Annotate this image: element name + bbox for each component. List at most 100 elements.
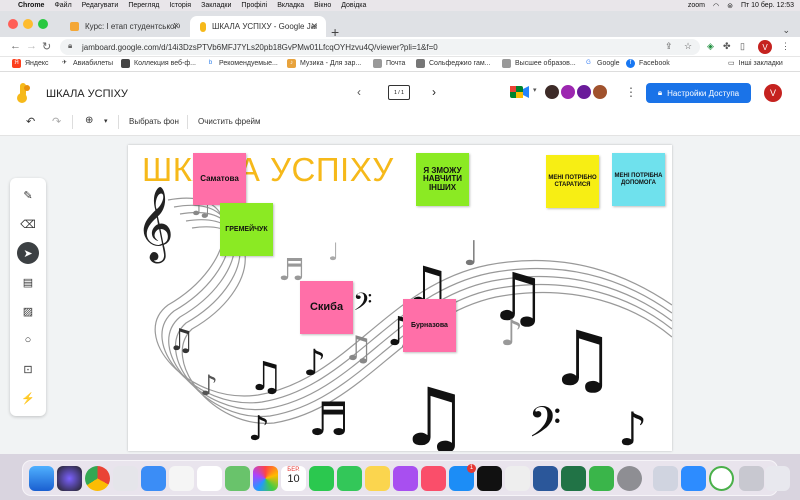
- bookmark-item[interactable]: Сольфеджио гам...: [416, 59, 490, 68]
- collaborator-avatar[interactable]: [576, 84, 592, 100]
- share-settings-button[interactable]: 🔒︎ Настройки Доступа: [646, 83, 751, 103]
- sticky-note[interactable]: МЕНІ ПОТРІБНО СТАРАТИСЯ: [546, 155, 599, 208]
- menu-history[interactable]: Історія: [169, 2, 191, 9]
- messages-icon[interactable]: [337, 466, 362, 491]
- app-menu[interactable]: Chrome: [18, 2, 44, 9]
- sticky-note[interactable]: Бурназова: [403, 299, 456, 352]
- more-menu-icon[interactable]: ⋮: [781, 41, 790, 52]
- menu-window[interactable]: Вікно: [314, 2, 331, 9]
- other-bookmarks[interactable]: ▭ Інші закладки: [728, 59, 783, 68]
- contacts-icon[interactable]: [169, 466, 194, 491]
- shield-extension-icon[interactable]: ◈: [707, 41, 714, 52]
- podcasts-icon[interactable]: [393, 466, 418, 491]
- collaborator-avatar[interactable]: [592, 84, 608, 100]
- redo-icon[interactable]: ↷: [52, 115, 61, 128]
- bookmark-item[interactable]: b Рекомендуемые...: [206, 59, 278, 68]
- sticky-note[interactable]: ГРЕМЕЙЧУК: [220, 203, 273, 256]
- launchpad-icon[interactable]: [113, 466, 138, 491]
- control-center-icon[interactable]: ⊜: [727, 2, 733, 10]
- bookmark-item[interactable]: G Google: [584, 59, 620, 68]
- jamboard-logo-icon[interactable]: [17, 83, 31, 103]
- shape-tool-icon[interactable]: ○: [17, 329, 39, 351]
- sticky-note[interactable]: Скиба: [300, 281, 353, 334]
- address-bar[interactable]: 🔒︎ jamboard.google.com/d/14i3DzsPTVb6MFJ…: [60, 39, 700, 55]
- bookmark-item[interactable]: Я Яндекс: [12, 59, 49, 68]
- bookmark-item[interactable]: ♪ Музика - Для зар...: [287, 59, 361, 68]
- side-panel-icon[interactable]: ▯: [740, 41, 745, 52]
- bookmark-item[interactable]: Высшее образов...: [502, 59, 576, 68]
- close-tab-icon[interactable]: ✕: [172, 21, 180, 32]
- board-title[interactable]: ШКАЛА УСПІХУ: [142, 151, 394, 189]
- wifi-icon[interactable]: ◠: [713, 2, 719, 10]
- word-icon[interactable]: [533, 466, 558, 491]
- next-frame-button[interactable]: ›: [432, 85, 436, 99]
- trash-icon[interactable]: [765, 466, 790, 491]
- zoom-icon[interactable]: ⊕: [85, 115, 93, 126]
- menu-profiles[interactable]: Профілі: [241, 2, 267, 9]
- set-background-button[interactable]: Выбрать фон: [129, 117, 179, 126]
- collaborator-avatar[interactable]: [560, 84, 576, 100]
- minimize-window-button[interactable]: [23, 19, 33, 29]
- music-icon[interactable]: [421, 466, 446, 491]
- meet-icon[interactable]: [510, 85, 530, 99]
- menu-view[interactable]: Перегляд: [128, 2, 159, 9]
- tab-jamboard[interactable]: ШКАЛА УСПІХУ - Google Jam... ✕: [190, 16, 326, 37]
- previous-frame-button[interactable]: ‹: [357, 85, 361, 99]
- image-tool-icon[interactable]: ▨: [17, 300, 39, 322]
- menu-file[interactable]: Файл: [54, 2, 71, 9]
- back-button[interactable]: ←: [10, 40, 21, 52]
- utorrent-icon[interactable]: [709, 466, 734, 491]
- forward-button[interactable]: →: [26, 40, 37, 52]
- undo-icon[interactable]: ↶: [26, 115, 35, 128]
- collaborator-avatar[interactable]: [544, 84, 560, 100]
- pen-tool-icon[interactable]: ✎: [17, 184, 39, 206]
- bookmark-item[interactable]: Почта: [373, 59, 405, 68]
- close-window-button[interactable]: [8, 19, 18, 29]
- calendar-icon[interactable]: БЕР. 10: [281, 466, 306, 491]
- menu-bookmarks[interactable]: Закладки: [201, 2, 231, 9]
- siri-icon[interactable]: [57, 466, 82, 491]
- bookmark-item[interactable]: Коллекция веб-ф...: [121, 59, 196, 68]
- text-box-tool-icon[interactable]: ⊡: [17, 358, 39, 380]
- bookmark-item[interactable]: ✈ Авиабилеты: [60, 59, 113, 68]
- maps-icon[interactable]: [225, 466, 250, 491]
- meet-dropdown-icon[interactable]: ▾: [533, 86, 537, 94]
- menu-edit[interactable]: Редагувати: [82, 2, 119, 9]
- sticky-note-tool-icon[interactable]: ▤: [17, 271, 39, 293]
- close-tab-icon[interactable]: ✕: [310, 21, 318, 32]
- notes-icon[interactable]: [365, 466, 390, 491]
- mail-icon[interactable]: [141, 466, 166, 491]
- frame-bar-button[interactable]: 1 / 1: [388, 82, 413, 100]
- sticky-note[interactable]: Саматова: [193, 153, 246, 205]
- clear-frame-button[interactable]: Очистить фрейм: [198, 117, 261, 126]
- zoom-dropdown-icon[interactable]: ▾: [104, 117, 108, 125]
- reminders-icon[interactable]: [197, 466, 222, 491]
- photos-icon[interactable]: [253, 466, 278, 491]
- bookmark-star-icon[interactable]: ☆: [684, 41, 692, 52]
- zoom-window-button[interactable]: [38, 19, 48, 29]
- reload-button[interactable]: ↻: [42, 40, 51, 53]
- eraser-tool-icon[interactable]: ⌫: [17, 213, 39, 235]
- facetime-icon[interactable]: [309, 466, 334, 491]
- document-title[interactable]: ШКАЛА УСПІХУ: [46, 88, 128, 100]
- menubar-clock[interactable]: Пт 10 бер. 12:53: [741, 2, 794, 9]
- more-options-icon[interactable]: ⋮: [625, 85, 637, 99]
- finder-icon[interactable]: [29, 466, 54, 491]
- tab-course[interactable]: Курс: І етап студентської Олі... ✕: [60, 16, 188, 37]
- share-page-icon[interactable]: ⇪: [665, 41, 673, 52]
- preview-icon[interactable]: [653, 466, 678, 491]
- sticky-note[interactable]: МЕНІ ПОТРІБНА ДОПОМОГА: [612, 153, 665, 206]
- garageband-icon[interactable]: [505, 466, 530, 491]
- menu-tab[interactable]: Вкладка: [277, 2, 304, 9]
- extensions-icon[interactable]: ✤: [723, 41, 731, 52]
- bookmark-item[interactable]: f Facebook: [626, 59, 670, 68]
- select-tool-icon[interactable]: ➤: [17, 242, 39, 264]
- tab-search-chevron-icon[interactable]: ⌄: [782, 25, 790, 36]
- laser-tool-icon[interactable]: ⚡: [17, 387, 39, 409]
- zoom-status[interactable]: zoom: [688, 2, 705, 9]
- zoom-app-icon[interactable]: [681, 466, 706, 491]
- help-icon[interactable]: [739, 466, 764, 491]
- menu-help[interactable]: Довідка: [341, 2, 366, 9]
- lock-icon[interactable]: 🔒︎: [68, 41, 72, 51]
- excel-icon[interactable]: [561, 466, 586, 491]
